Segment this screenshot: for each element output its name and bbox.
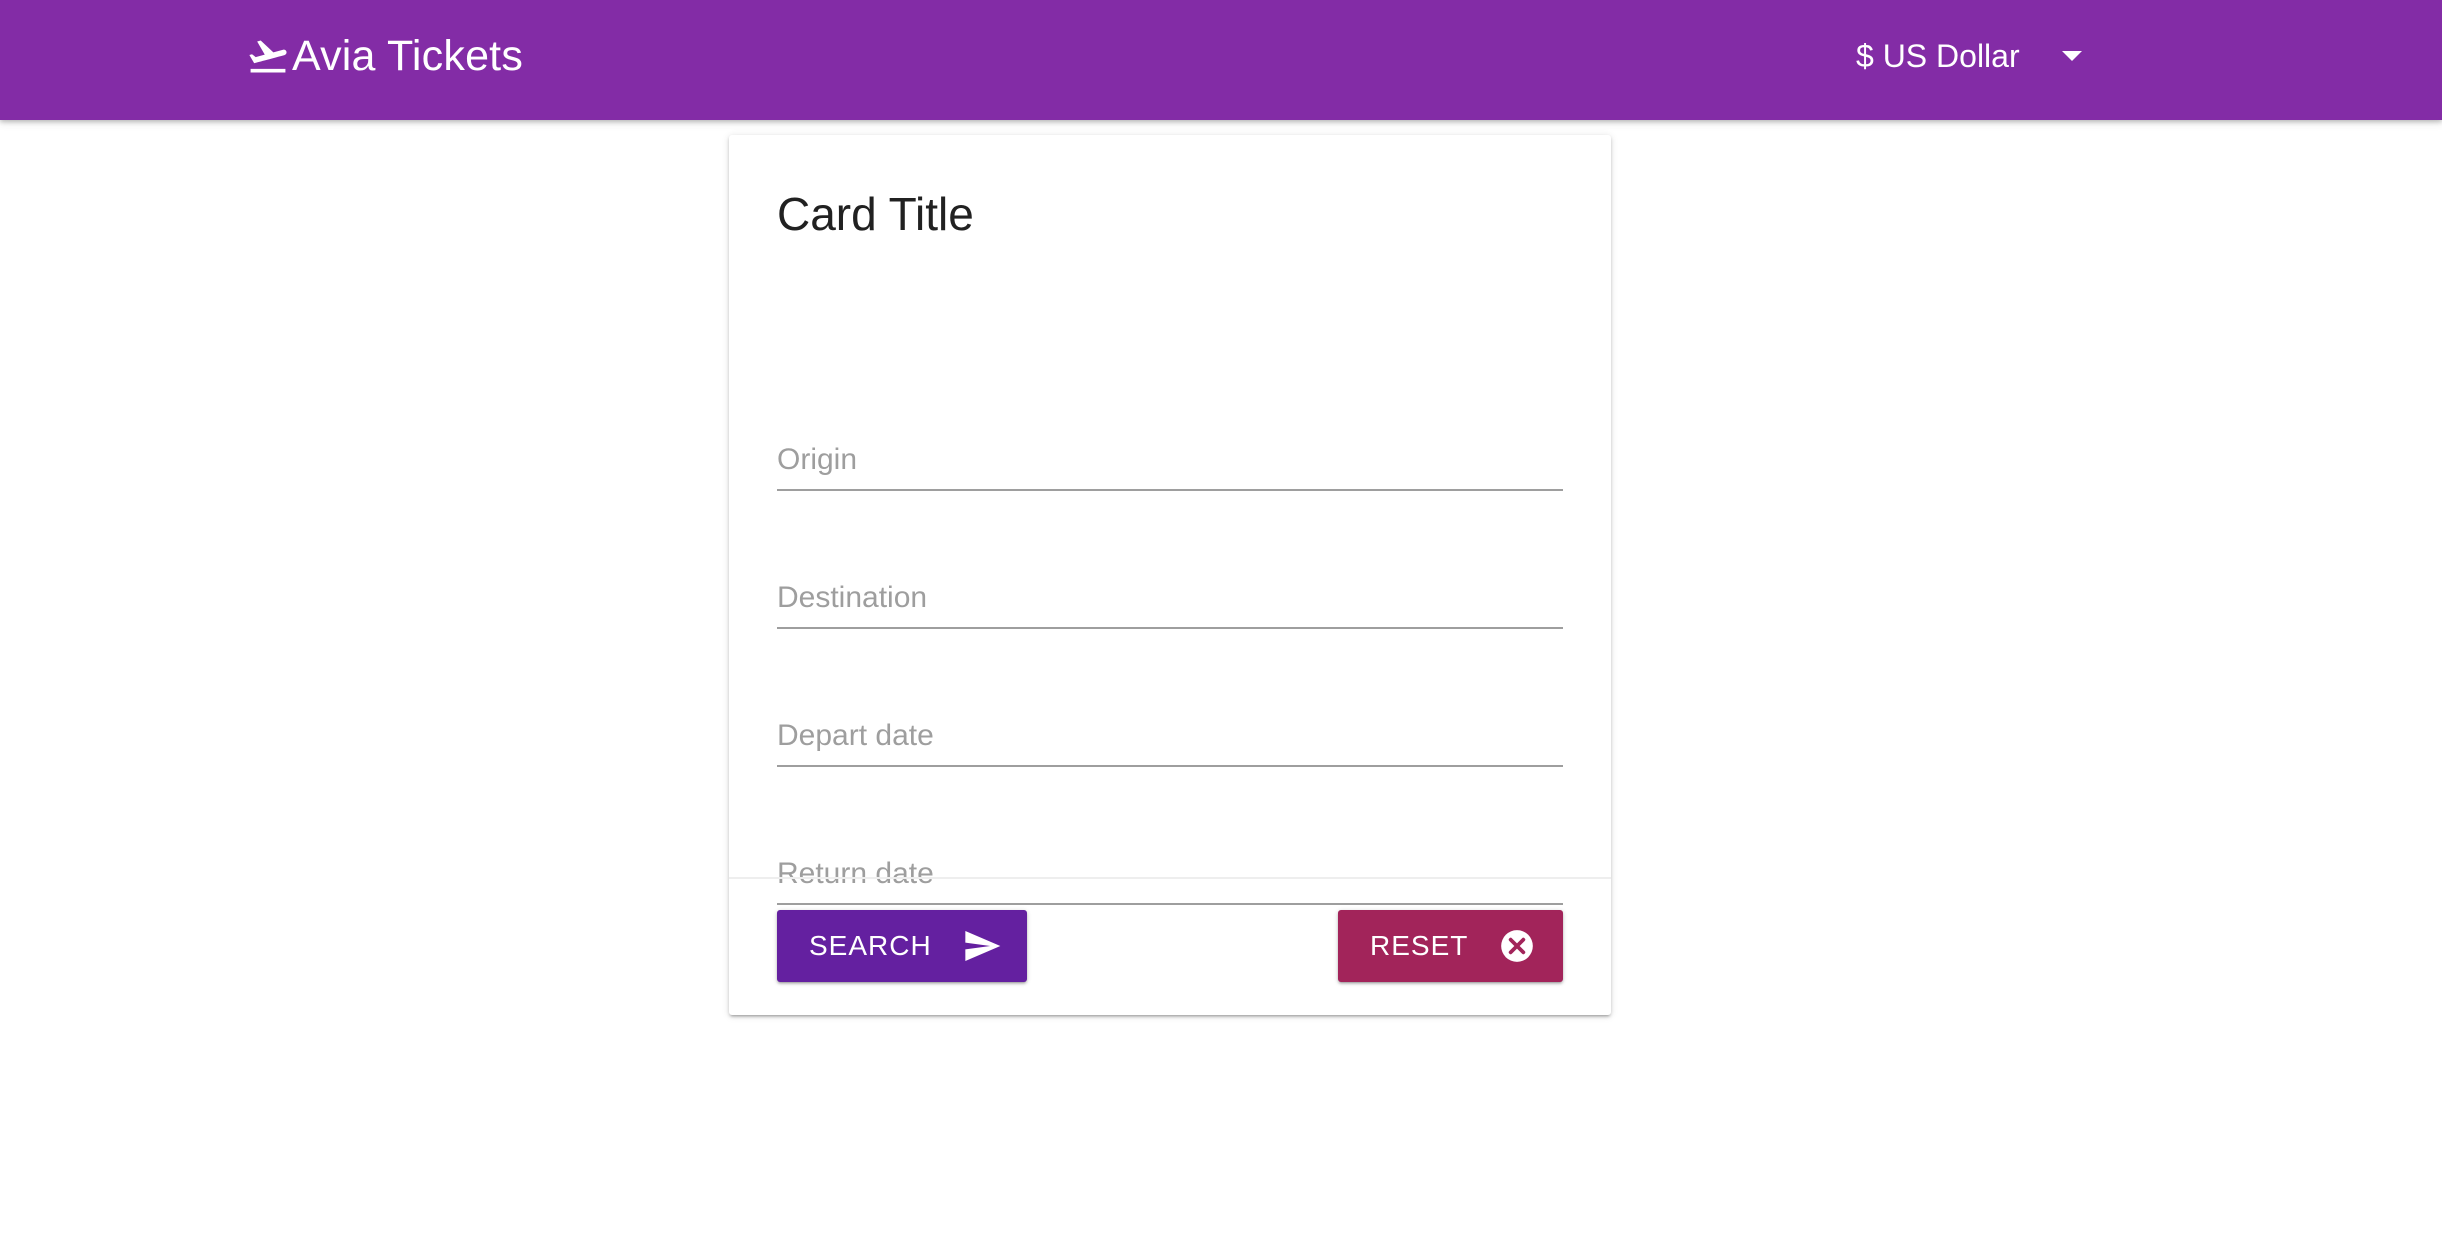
- return-date-input[interactable]: [777, 845, 1563, 905]
- card-title: Card Title: [777, 188, 974, 240]
- card-action-divider: [729, 877, 1611, 879]
- origin-input[interactable]: [777, 431, 1563, 491]
- reset-button-label: RESET: [1370, 930, 1469, 961]
- depart-date-input[interactable]: [777, 707, 1563, 767]
- brand-logo-link[interactable]: Avia Tickets: [246, 29, 523, 83]
- search-button[interactable]: SEARCH: [777, 910, 1027, 982]
- send-icon: [962, 926, 1002, 966]
- reset-button[interactable]: RESET: [1338, 910, 1563, 982]
- brand-title: Avia Tickets: [292, 31, 524, 80]
- flight-takeoff-icon: [246, 34, 290, 78]
- navbar: Avia Tickets $ US Dollar: [0, 0, 2442, 120]
- cancel-circle-icon: [1498, 927, 1536, 965]
- caret-down-icon: [2061, 51, 2082, 61]
- search-card: Card Title SEARCH RESET: [729, 135, 1611, 1015]
- currency-label: $ US Dollar: [1856, 37, 2020, 74]
- currency-select[interactable]: $ US Dollar: [1856, 30, 2082, 82]
- destination-input[interactable]: [777, 569, 1563, 629]
- search-button-label: SEARCH: [809, 930, 932, 961]
